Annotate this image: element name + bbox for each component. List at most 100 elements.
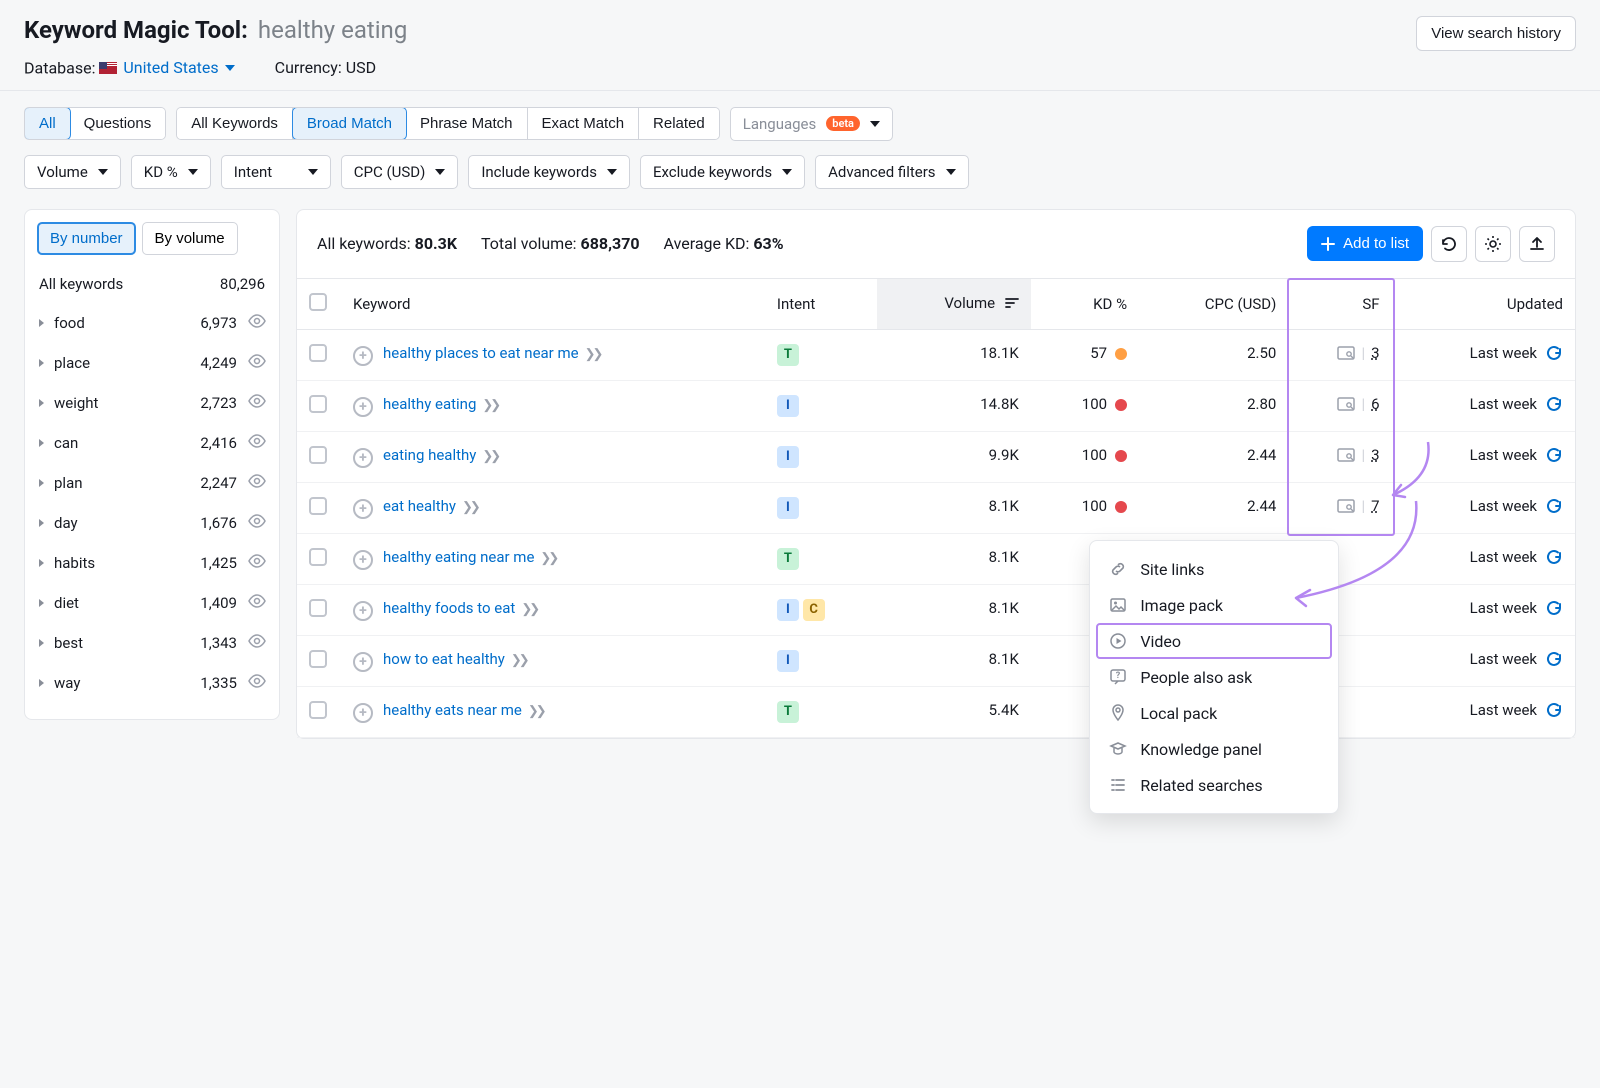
refresh-row-icon[interactable] — [1545, 497, 1563, 515]
eye-icon[interactable] — [247, 594, 265, 612]
tab-broad-match[interactable]: Broad Match — [292, 107, 407, 140]
col-volume[interactable]: Volume — [877, 279, 1031, 330]
sidebar-item[interactable]: habits1,425 — [37, 543, 267, 583]
row-checkbox[interactable] — [309, 497, 327, 515]
refresh-row-icon[interactable] — [1545, 344, 1563, 362]
eye-icon[interactable] — [247, 634, 265, 652]
col-kd[interactable]: KD % — [1031, 279, 1139, 330]
eye-icon[interactable] — [247, 474, 265, 492]
row-checkbox[interactable] — [309, 344, 327, 362]
filter-exclude-keywords[interactable]: Exclude keywords — [640, 155, 805, 189]
sidebar-item[interactable]: plan2,247 — [37, 463, 267, 503]
row-checkbox[interactable] — [309, 701, 327, 719]
export-button[interactable] — [1519, 226, 1555, 262]
popup-item-related-searches[interactable]: Related searches — [1090, 767, 1338, 803]
tab-all[interactable]: All — [24, 107, 71, 140]
keyword-link[interactable]: eat healthy — [383, 497, 456, 515]
sf-count[interactable]: 6 — [1371, 395, 1379, 413]
tab-questions[interactable]: Questions — [70, 108, 166, 139]
add-keyword-icon[interactable]: + — [353, 499, 373, 519]
sf-count[interactable]: 3 — [1371, 344, 1379, 362]
sidebar-item[interactable]: food6,973 — [37, 303, 267, 343]
row-checkbox[interactable] — [309, 395, 327, 413]
tab-related[interactable]: Related — [639, 108, 719, 139]
volume-cell: 5.4K — [877, 686, 1031, 737]
filter-intent[interactable]: Intent — [221, 155, 331, 189]
refresh-row-icon[interactable] — [1545, 599, 1563, 617]
tab-phrase-match[interactable]: Phrase Match — [406, 108, 528, 139]
sidebar-item-keyword: place — [54, 354, 190, 372]
col-keyword[interactable]: Keyword — [341, 279, 765, 330]
popup-item-image-pack[interactable]: Image pack — [1090, 587, 1338, 623]
sf-count[interactable]: 3 — [1371, 446, 1379, 464]
filter-volume[interactable]: Volume — [24, 155, 121, 189]
col-cpc[interactable]: CPC (USD) — [1139, 279, 1288, 330]
select-all-checkbox[interactable] — [309, 293, 327, 311]
refresh-button[interactable] — [1431, 226, 1467, 262]
keyword-link[interactable]: healthy eating — [383, 395, 476, 413]
keyword-link[interactable]: how to eat healthy — [383, 650, 505, 668]
sf-cell: |7 — [1288, 482, 1391, 533]
keyword-link[interactable]: healthy eats near me — [383, 701, 522, 719]
refresh-row-icon[interactable] — [1545, 548, 1563, 566]
add-keyword-icon[interactable]: + — [353, 397, 373, 417]
sf-count[interactable]: 7 — [1371, 497, 1379, 515]
filter-advanced[interactable]: Advanced filters — [815, 155, 968, 189]
sidebar-item[interactable]: place4,249 — [37, 343, 267, 383]
refresh-row-icon[interactable] — [1545, 395, 1563, 413]
popup-item-local-pack[interactable]: Local pack — [1090, 695, 1338, 731]
sidebar-tab-by-volume[interactable]: By volume — [142, 222, 238, 255]
filter-kd[interactable]: KD % — [131, 155, 211, 189]
keyword-link[interactable]: healthy foods to eat — [383, 599, 515, 617]
add-to-list-button[interactable]: Add to list — [1307, 226, 1423, 261]
sidebar-item[interactable]: best1,343 — [37, 623, 267, 663]
add-keyword-icon[interactable]: + — [353, 448, 373, 468]
filter-include-keywords[interactable]: Include keywords — [468, 155, 630, 189]
popup-item-video[interactable]: Video — [1096, 623, 1332, 659]
keyword-link[interactable]: healthy places to eat near me — [383, 344, 579, 362]
refresh-row-icon[interactable] — [1545, 701, 1563, 719]
sidebar-item[interactable]: way1,335 — [37, 663, 267, 703]
sidebar-tab-by-number[interactable]: By number — [37, 222, 136, 255]
row-checkbox[interactable] — [309, 599, 327, 617]
tab-exact-match[interactable]: Exact Match — [528, 108, 640, 139]
popup-item-site-links[interactable]: Site links — [1090, 551, 1338, 587]
row-checkbox[interactable] — [309, 650, 327, 668]
col-intent[interactable]: Intent — [765, 279, 877, 330]
eye-icon[interactable] — [247, 314, 265, 332]
add-keyword-icon[interactable]: + — [353, 652, 373, 672]
add-keyword-icon[interactable]: + — [353, 346, 373, 366]
col-sf[interactable]: SF — [1288, 279, 1391, 330]
add-keyword-icon[interactable]: + — [353, 550, 373, 570]
chevron-down-icon — [870, 121, 880, 127]
sidebar-item[interactable]: weight2,723 — [37, 383, 267, 423]
refresh-row-icon[interactable] — [1545, 650, 1563, 668]
popup-item-knowledge-panel[interactable]: Knowledge panel — [1090, 731, 1338, 767]
keyword-link[interactable]: eating healthy — [383, 446, 476, 464]
refresh-row-icon[interactable] — [1545, 446, 1563, 464]
stat-avg-kd: 63% — [753, 234, 783, 253]
popup-item-people-also-ask[interactable]: ?People also ask — [1090, 659, 1338, 695]
sidebar-item[interactable]: day1,676 — [37, 503, 267, 543]
eye-icon[interactable] — [247, 674, 265, 692]
eye-icon[interactable] — [247, 514, 265, 532]
col-updated[interactable]: Updated — [1392, 279, 1575, 330]
sidebar-item[interactable]: diet1,409 — [37, 583, 267, 623]
eye-icon[interactable] — [247, 394, 265, 412]
tab-all-keywords[interactable]: All Keywords — [177, 108, 293, 139]
filter-cpc[interactable]: CPC (USD) — [341, 155, 459, 189]
eye-icon[interactable] — [247, 554, 265, 572]
settings-button[interactable] — [1475, 226, 1511, 262]
add-keyword-icon[interactable]: + — [353, 703, 373, 723]
eye-icon[interactable] — [247, 354, 265, 372]
sidebar-item[interactable]: can2,416 — [37, 423, 267, 463]
keyword-link[interactable]: healthy eating near me — [383, 548, 534, 566]
database-selector[interactable]: United States — [99, 58, 234, 77]
add-keyword-icon[interactable]: + — [353, 601, 373, 621]
row-checkbox[interactable] — [309, 548, 327, 566]
view-search-history-button[interactable]: View search history — [1416, 16, 1576, 51]
eye-icon[interactable] — [247, 434, 265, 452]
updated-text: Last week — [1470, 650, 1537, 668]
languages-selector[interactable]: Languages beta — [730, 107, 893, 141]
row-checkbox[interactable] — [309, 446, 327, 464]
